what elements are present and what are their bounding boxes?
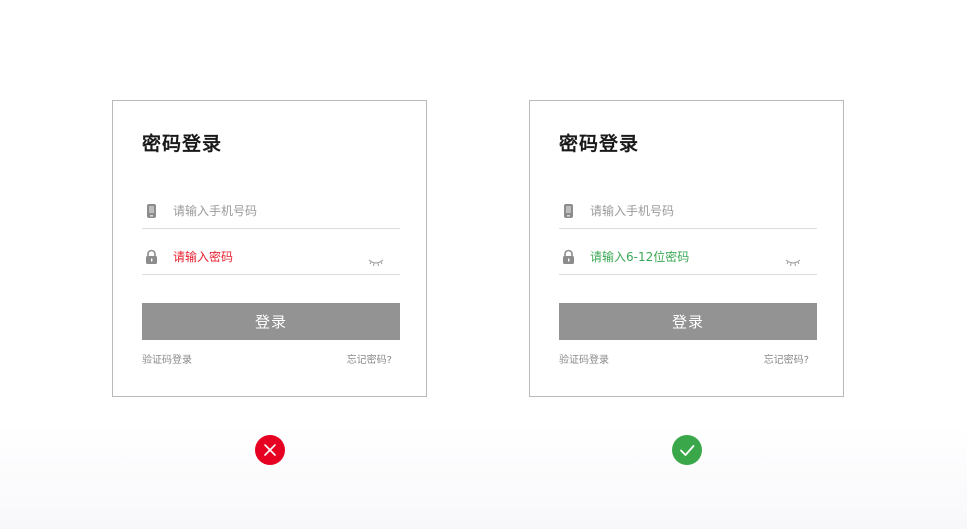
comparison-stage: 密码登录 请输入手机号码 请输入密码 登录 验证码登录 忘记密码? 密码登录 请… [0, 0, 967, 529]
forgot-password-link[interactable]: 忘记密码? [764, 351, 809, 366]
lock-icon [144, 249, 158, 265]
sms-login-link[interactable]: 验证码登录 [142, 351, 192, 366]
eye-closed-icon[interactable] [785, 253, 801, 267]
eye-closed-icon[interactable] [368, 253, 384, 267]
phone-field[interactable]: 请输入手机号码 [142, 198, 400, 229]
login-button[interactable]: 登录 [142, 303, 400, 340]
password-field[interactable]: 请输入6-12位密码 [559, 244, 817, 275]
phone-icon [144, 203, 158, 219]
phone-placeholder: 请输入手机号码 [590, 204, 675, 218]
login-card-correct: 密码登录 请输入手机号码 请输入6-12位密码 登录 验证码登录 忘记密码? [529, 100, 844, 397]
cross-icon [255, 435, 285, 465]
phone-icon [561, 203, 575, 219]
password-hint-message: 请输入6-12位密码 [590, 250, 690, 264]
login-card-incorrect: 密码登录 请输入手机号码 请输入密码 登录 验证码登录 忘记密码? [112, 100, 427, 397]
sms-login-link[interactable]: 验证码登录 [559, 351, 609, 366]
card-title: 密码登录 [142, 133, 223, 155]
lock-icon [561, 249, 575, 265]
phone-placeholder: 请输入手机号码 [173, 204, 258, 218]
password-error-message: 请输入密码 [173, 250, 234, 264]
forgot-password-link[interactable]: 忘记密码? [347, 351, 392, 366]
phone-field[interactable]: 请输入手机号码 [559, 198, 817, 229]
check-icon [672, 435, 702, 465]
card-title: 密码登录 [559, 133, 640, 155]
login-button[interactable]: 登录 [559, 303, 817, 340]
password-field[interactable]: 请输入密码 [142, 244, 400, 275]
